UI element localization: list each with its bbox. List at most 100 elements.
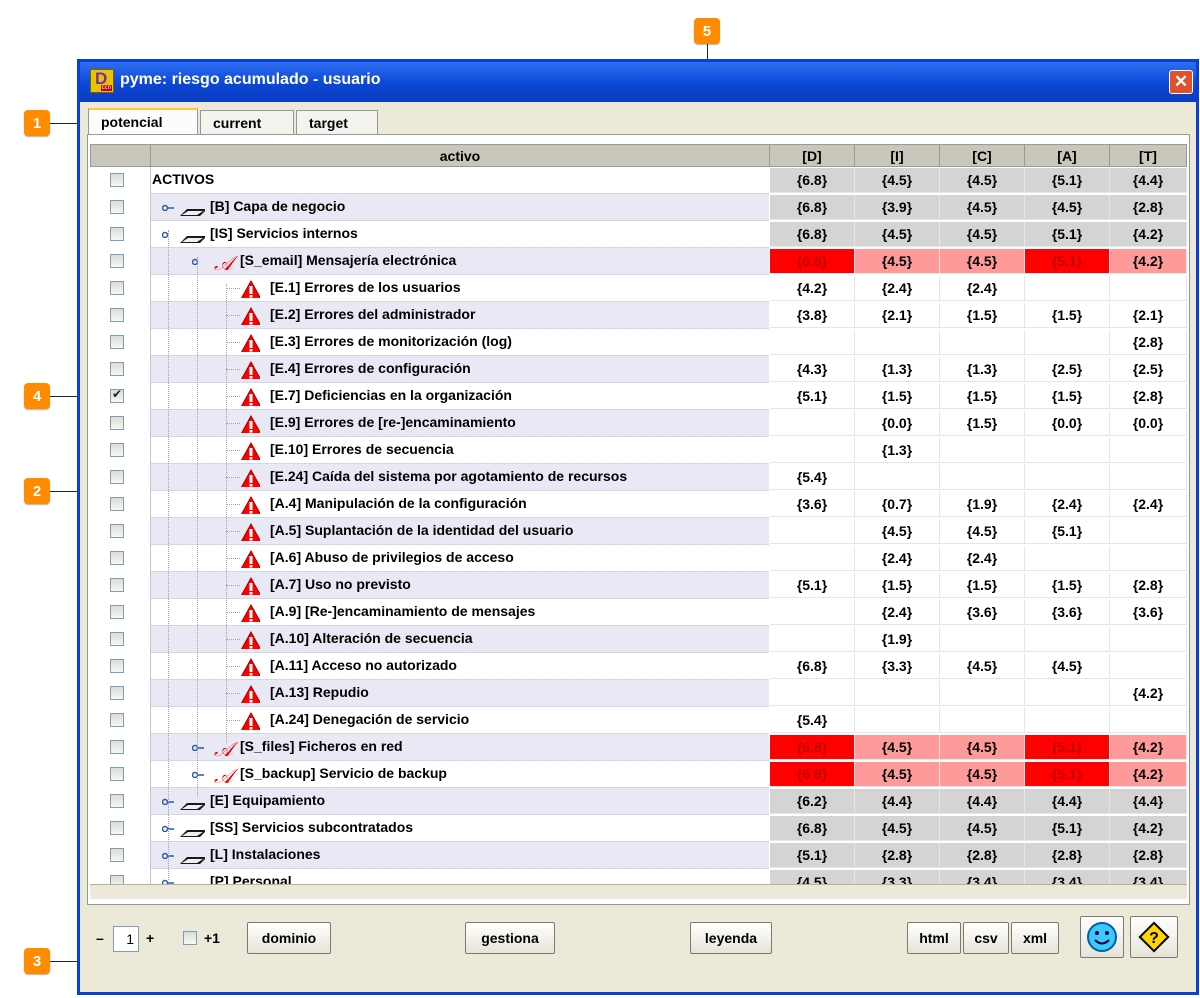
- callout-3: 3: [24, 948, 50, 974]
- tree-connector: [226, 612, 240, 613]
- gestiona-button[interactable]: gestiona: [465, 922, 555, 954]
- table-row[interactable]: [E.24] Caída del sistema por agotamiento…: [90, 464, 1187, 491]
- row-checkbox[interactable]: [110, 632, 124, 646]
- level-input[interactable]: 1: [113, 926, 139, 952]
- close-button[interactable]: ✕: [1169, 70, 1193, 94]
- row-checkbox[interactable]: [110, 740, 124, 754]
- horizontal-scrollbar[interactable]: [90, 884, 1187, 899]
- layer-icon: [180, 803, 205, 810]
- tree-toggle-icon[interactable]: [162, 203, 174, 211]
- row-checkbox[interactable]: [110, 524, 124, 538]
- table-row[interactable]: [E] Equipamiento {6.2} {4.4} {4.4} {4.4} {4.4…: [90, 788, 1187, 815]
- row-checkbox[interactable]: [110, 308, 124, 322]
- table-row[interactable]: 𝒜 [S_backup] Servicio de backup {6.8} {4.5}…: [90, 761, 1187, 788]
- table-row[interactable]: [E.7] Deficiencias en la organización {5.…: [90, 383, 1187, 410]
- csv-button[interactable]: csv: [963, 922, 1009, 954]
- leyenda-button[interactable]: leyenda: [690, 922, 772, 954]
- row-checkbox[interactable]: [110, 713, 124, 727]
- row-label: [E.9] Errores de [re-]encaminamiento: [270, 414, 516, 430]
- row-checkbox[interactable]: [110, 254, 124, 268]
- table-row[interactable]: [A.9] [Re-]encaminamiento de mensajes {2.…: [90, 599, 1187, 626]
- plus-one-label: +1: [204, 930, 220, 946]
- header-dim-c[interactable]: [C]: [939, 144, 1025, 167]
- help-button[interactable]: ?: [1130, 916, 1178, 958]
- header-activo[interactable]: activo: [150, 144, 770, 167]
- table-row[interactable]: [E.10] Errores de secuencia {1.3}: [90, 437, 1187, 464]
- row-checkbox[interactable]: [110, 335, 124, 349]
- cell-a: {5.1}: [1025, 762, 1110, 787]
- header-dim-d[interactable]: [D]: [769, 144, 855, 167]
- table-row[interactable]: [A.11] Acceso no autorizado {6.8} {3.3} {4.…: [90, 653, 1187, 680]
- cell-i: {3.3}: [855, 654, 940, 679]
- window-title: pyme: riesgo acumulado - usuario: [120, 71, 381, 88]
- service-icon: 𝒜: [214, 764, 233, 788]
- header-dim-i[interactable]: [I]: [854, 144, 940, 167]
- table-row[interactable]: 𝒜 [S_files] Ficheros en red {6.8} {4.5} {4.5…: [90, 734, 1187, 761]
- tab-current[interactable]: current: [200, 110, 294, 135]
- cell-c: {4.5}: [940, 249, 1025, 274]
- table-row[interactable]: ACTIVOS {6.8} {4.5} {4.5} {5.1} {4.4}: [90, 167, 1187, 194]
- tree-toggle-icon[interactable]: [192, 257, 204, 265]
- plus-one-checkbox[interactable]: [183, 931, 197, 945]
- table-row[interactable]: [E.2] Errores del administrador {3.8} {2.1…: [90, 302, 1187, 329]
- table-row[interactable]: [A.10] Alteración de secuencia {1.9}: [90, 626, 1187, 653]
- cell-i: {2.8}: [855, 843, 940, 868]
- row-checkbox[interactable]: [110, 767, 124, 781]
- table-row[interactable]: [E.3] Errores de monitorización (log) {2.…: [90, 329, 1187, 356]
- level-decrement[interactable]: –: [96, 930, 104, 946]
- html-button[interactable]: html: [907, 922, 961, 954]
- dominio-button[interactable]: dominio: [247, 922, 331, 954]
- tab-target[interactable]: target: [296, 110, 378, 135]
- row-checkbox[interactable]: [110, 686, 124, 700]
- row-checkbox[interactable]: [110, 470, 124, 484]
- row-label: ACTIVOS: [152, 171, 215, 187]
- row-checkbox[interactable]: [110, 821, 124, 835]
- table-row[interactable]: [IS] Servicios internos {6.8} {4.5} {4.5} {5…: [90, 221, 1187, 248]
- row-checkbox[interactable]: [110, 605, 124, 619]
- row-checkbox[interactable]: [110, 659, 124, 673]
- row-checkbox[interactable]: [110, 848, 124, 862]
- table-row[interactable]: [SS] Servicios subcontratados {6.8} {4.5}{…: [90, 815, 1187, 842]
- title-bar[interactable]: D ccn pyme: riesgo acumulado - usuario ✕: [80, 62, 1196, 102]
- tab-panel: activo [D] [I] [C] [A] [T] ACTIVOS {6.8}{…: [87, 134, 1190, 905]
- row-checkbox[interactable]: [110, 416, 124, 430]
- row-checkbox[interactable]: [110, 200, 124, 214]
- smiley-button[interactable]: [1080, 916, 1124, 958]
- table-row[interactable]: [A.24] Denegación de servicio {5.4}: [90, 707, 1187, 734]
- table-row[interactable]: [E.9] Errores de [re-]encaminamiento {0.0…: [90, 410, 1187, 437]
- table-row[interactable]: [A.5] Suplantación de la identidad del u…: [90, 518, 1187, 545]
- table-row[interactable]: [A.6] Abuso de privilegios de acceso {2.4…: [90, 545, 1187, 572]
- tree-toggle-icon[interactable]: [192, 743, 204, 751]
- level-increment[interactable]: +: [146, 930, 154, 946]
- table-row[interactable]: 𝒜 [S_email] Mensajería electrónica {6.8} {4…: [90, 248, 1187, 275]
- header-dim-a[interactable]: [A]: [1024, 144, 1110, 167]
- row-checkbox[interactable]: [110, 362, 124, 376]
- tree-connector: [226, 504, 240, 505]
- cell-d: {5.4}: [770, 465, 855, 490]
- table-row[interactable]: [A.7] Uso no previsto {5.1} {1.5} {1.5} {1.5…: [90, 572, 1187, 599]
- tab-potencial[interactable]: potencial: [88, 108, 198, 136]
- table-row[interactable]: [E.4] Errores de configuración {4.3} {1.3}…: [90, 356, 1187, 383]
- row-checkbox[interactable]: [110, 794, 124, 808]
- row-checkbox[interactable]: [110, 173, 124, 187]
- row-checkbox[interactable]: [110, 227, 124, 241]
- row-checkbox[interactable]: [110, 281, 124, 295]
- row-checkbox[interactable]: [110, 387, 124, 403]
- row-checkbox[interactable]: [110, 551, 124, 565]
- table-row[interactable]: [A.4] Manipulación de la configuración {3…: [90, 491, 1187, 518]
- table-row[interactable]: [B] Capa de negocio {6.8} {3.9} {4.5} {4.5}{…: [90, 194, 1187, 221]
- cell-i: {1.3}: [855, 357, 940, 382]
- cell-a: {5.1}: [1025, 168, 1110, 193]
- header-dim-t[interactable]: [T]: [1109, 144, 1187, 167]
- tree-toggle-icon[interactable]: [192, 770, 204, 778]
- column-divider: [150, 383, 151, 410]
- row-checkbox[interactable]: [110, 578, 124, 592]
- row-checkbox[interactable]: [110, 497, 124, 511]
- row-checkbox[interactable]: [110, 443, 124, 457]
- warning-icon: [240, 604, 260, 622]
- table-row[interactable]: [E.1] Errores de los usuarios {4.2} {2.4}{…: [90, 275, 1187, 302]
- table-row[interactable]: [L] Instalaciones {5.1} {2.8} {2.8} {2.8} {2.…: [90, 842, 1187, 869]
- xml-button[interactable]: xml: [1011, 922, 1059, 954]
- table-row[interactable]: [A.13] Repudio {4.2}: [90, 680, 1187, 707]
- cell-d: {5.1}: [770, 843, 855, 868]
